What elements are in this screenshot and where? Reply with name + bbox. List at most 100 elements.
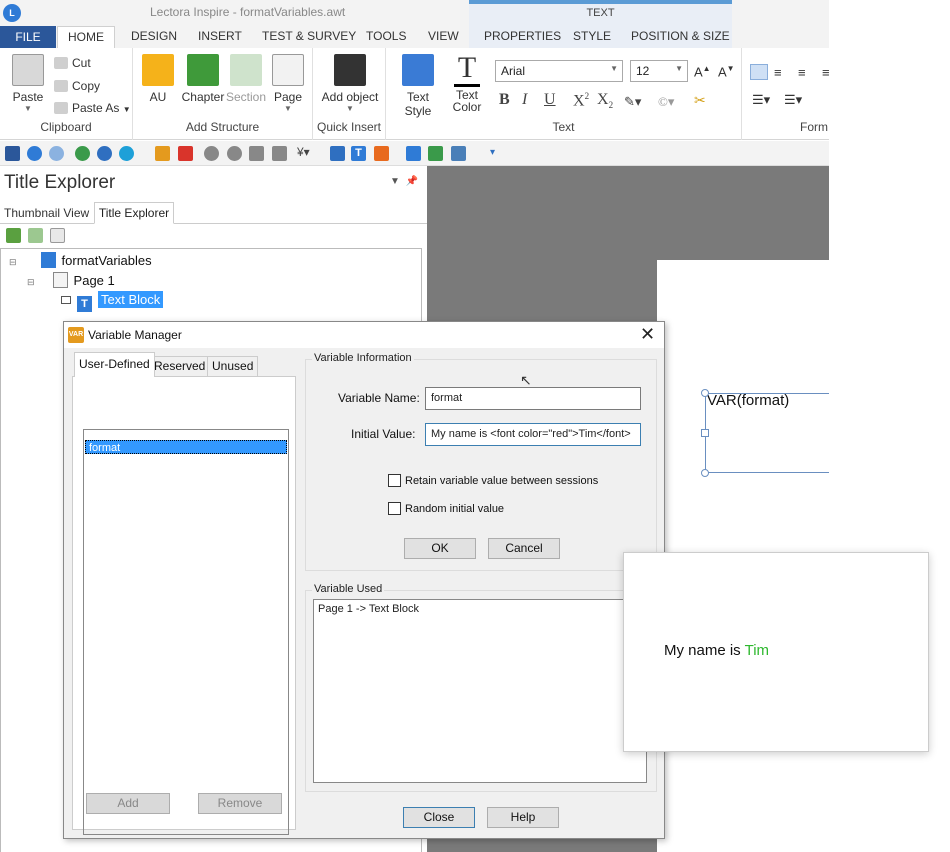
- remove-button[interactable]: Remove: [198, 793, 282, 814]
- redo-icon[interactable]: [49, 146, 64, 161]
- currency-icon[interactable]: ¥▾: [297, 145, 312, 160]
- align-left-icon[interactable]: [750, 64, 768, 80]
- font-family-select[interactable]: Arial ▼: [495, 60, 623, 82]
- text-style-button[interactable]: Text Style: [392, 54, 444, 118]
- underline-icon[interactable]: U: [544, 91, 556, 109]
- variable-name-field[interactable]: format: [425, 387, 641, 410]
- screen-icon[interactable]: [451, 146, 466, 161]
- preview-prefix: My name is: [664, 642, 741, 659]
- font-family-value: Arial: [501, 64, 526, 78]
- tab-properties[interactable]: PROPERTIES: [484, 29, 561, 43]
- bullet-list-icon[interactable]: ☰▾: [752, 92, 770, 108]
- tab-position-size[interactable]: POSITION & SIZE: [631, 29, 730, 43]
- variable-used-list[interactable]: Page 1 -> Text Block: [313, 599, 647, 783]
- au-button[interactable]: AU: [141, 54, 175, 104]
- group-icon[interactable]: [330, 146, 345, 161]
- italic-icon[interactable]: I: [522, 91, 527, 109]
- tab-file[interactable]: FILE: [0, 26, 56, 48]
- collapse-icon[interactable]: ⊟: [9, 257, 17, 267]
- variable-manager-icon[interactable]: [155, 146, 170, 161]
- shape-round-icon[interactable]: [227, 146, 242, 161]
- text-block-icon[interactable]: T: [351, 146, 366, 161]
- tab-insert[interactable]: INSERT: [198, 29, 242, 43]
- tab-reserved[interactable]: Reserved: [149, 356, 211, 376]
- bold-icon[interactable]: B: [499, 91, 510, 109]
- tab-thumbnail-view[interactable]: Thumbnail View: [4, 206, 89, 220]
- tab-test-survey[interactable]: TEST & SURVEY: [262, 29, 356, 43]
- tree-node-root[interactable]: ⊟ formatVariables: [9, 252, 152, 268]
- add-page-icon[interactable]: [50, 228, 65, 243]
- resize-handle[interactable]: [701, 469, 709, 477]
- save-icon[interactable]: [5, 146, 20, 161]
- tab-tools[interactable]: TOOLS: [366, 29, 406, 43]
- page-button[interactable]: Page ▼: [271, 54, 305, 113]
- add-object-button[interactable]: Add object ▼: [319, 54, 381, 113]
- paste-as-button[interactable]: Paste As ▼: [54, 101, 131, 115]
- shape-circle-icon[interactable]: [204, 146, 219, 161]
- shape-square-icon[interactable]: [249, 146, 264, 161]
- text-color-button[interactable]: T Text Color: [448, 52, 486, 114]
- section-button[interactable]: Section: [225, 54, 267, 104]
- help-button[interactable]: Help: [487, 807, 559, 828]
- text-block-content[interactable]: VAR(format): [707, 392, 789, 409]
- initial-value-label: Initial Value:: [351, 427, 416, 441]
- highlight-icon[interactable]: ✎▾: [624, 94, 641, 110]
- paste-button[interactable]: Paste ▼: [8, 54, 48, 113]
- add-chapter-icon[interactable]: [6, 228, 21, 243]
- align-center-icon[interactable]: ≡: [774, 65, 782, 80]
- retain-value-checkbox[interactable]: Retain variable value between sessions: [388, 474, 598, 487]
- app-logo-icon[interactable]: L: [3, 4, 21, 22]
- variable-list[interactable]: format: [83, 429, 289, 835]
- tree-node-text-block[interactable]: T Text Block: [61, 291, 164, 312]
- cut-button[interactable]: Cut: [54, 56, 91, 70]
- tree-node-page[interactable]: ⊟ Page 1: [27, 272, 115, 288]
- shrink-font-icon[interactable]: A▼: [718, 64, 735, 79]
- ok-button[interactable]: OK: [404, 538, 476, 559]
- tab-title-explorer[interactable]: Title Explorer: [94, 202, 174, 224]
- copy-button[interactable]: Copy: [54, 79, 100, 93]
- add-section-icon[interactable]: [28, 228, 43, 243]
- tab-unused[interactable]: Unused: [207, 356, 259, 376]
- close-icon[interactable]: ✕: [640, 324, 655, 345]
- special-character-icon[interactable]: ©▾: [658, 94, 674, 110]
- panel-pin-icon[interactable]: ▼ 📌: [390, 176, 418, 187]
- preview-icon[interactable]: [75, 146, 90, 161]
- grow-font-icon[interactable]: A▲: [694, 64, 711, 79]
- dialog-title-bar: VAR Variable Manager ✕: [64, 322, 664, 348]
- list-item[interactable]: Page 1 -> Text Block: [318, 603, 419, 615]
- resize-handle[interactable]: [701, 389, 709, 397]
- random-value-checkbox[interactable]: Random initial value: [388, 502, 504, 515]
- settings-icon[interactable]: [97, 146, 112, 161]
- list-item[interactable]: format: [85, 440, 287, 454]
- add-button[interactable]: Add: [86, 793, 170, 814]
- arrange-icon[interactable]: [428, 146, 443, 161]
- numbered-list-icon[interactable]: ☰▾: [784, 92, 802, 108]
- tab-style[interactable]: STYLE: [573, 29, 611, 43]
- subscript-icon[interactable]: X2: [597, 91, 613, 110]
- shape-other-icon[interactable]: [272, 146, 287, 161]
- tab-view[interactable]: VIEW: [428, 29, 459, 43]
- font-size-select[interactable]: 12 ▼: [630, 60, 688, 82]
- tab-home[interactable]: HOME: [57, 26, 115, 48]
- resize-handle[interactable]: [701, 429, 709, 437]
- cancel-button[interactable]: Cancel: [488, 538, 560, 559]
- tab-user-defined[interactable]: User-Defined: [74, 352, 155, 377]
- undo-icon[interactable]: [27, 146, 42, 161]
- close-button[interactable]: Close: [403, 807, 475, 828]
- publish-icon[interactable]: [119, 146, 134, 161]
- collapse-icon[interactable]: ⊟: [27, 277, 35, 287]
- superscript-icon[interactable]: X2: [573, 91, 589, 110]
- select-icon[interactable]: [406, 146, 421, 161]
- chapter-label: Chapter: [181, 90, 225, 104]
- customize-toolbar-icon[interactable]: ▾: [490, 147, 505, 162]
- image-icon[interactable]: [374, 146, 389, 161]
- chapter-button[interactable]: Chapter: [181, 54, 225, 104]
- tab-design[interactable]: DESIGN: [131, 29, 177, 43]
- justify-icon[interactable]: ≡: [822, 65, 830, 80]
- resource-icon[interactable]: [178, 146, 193, 161]
- group-quick-insert: Add object ▼ Quick Insert: [313, 48, 386, 140]
- mouse-cursor-icon: ↖: [520, 372, 532, 388]
- align-right-icon[interactable]: ≡: [798, 65, 806, 80]
- format-painter-icon[interactable]: ✂: [694, 93, 706, 110]
- initial-value-field[interactable]: My name is <font color="red">Tim</font>: [425, 423, 641, 446]
